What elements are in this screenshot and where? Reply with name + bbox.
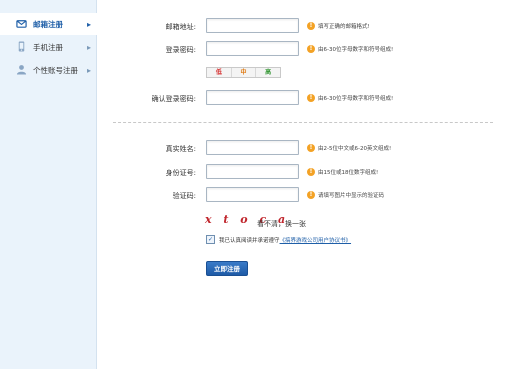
warning-icon: ! bbox=[307, 45, 315, 53]
password-label: 登录密码: bbox=[165, 46, 196, 54]
user-icon bbox=[16, 65, 27, 75]
sidebar-item-phone-register[interactable]: 手机注册 ▸ bbox=[0, 36, 97, 58]
real-name-label: 真实姓名: bbox=[165, 145, 196, 153]
sidebar-item-label: 个性账号注册 bbox=[33, 65, 78, 75]
section-divider bbox=[113, 122, 493, 123]
strength-strong: 高 bbox=[265, 69, 272, 76]
real-name-field[interactable] bbox=[206, 140, 299, 155]
strength-medium: 中 bbox=[232, 68, 257, 77]
confirm-password-hint: ! 由6-30位字母数字和符号组成! bbox=[307, 94, 393, 102]
captcha-hint-text: 请填写图片中显示的验证码 bbox=[318, 193, 385, 199]
email-label: 邮箱地址: bbox=[165, 23, 196, 31]
confirm-password-hint-text: 由6-30位字母数字和符号组成! bbox=[318, 96, 394, 102]
confirm-password-label: 确认登录密码: bbox=[151, 95, 196, 103]
email-hint-text: 填写正确的邮箱格式! bbox=[318, 24, 370, 30]
chevron-right-icon: ▸ bbox=[86, 19, 91, 29]
id-number-hint: ! 由15位或18位数字组成! bbox=[307, 168, 378, 176]
agreement-text: 我已认真阅读并承诺遵守 bbox=[219, 237, 280, 244]
warning-icon: ! bbox=[307, 191, 315, 199]
confirm-password-field[interactable] bbox=[206, 90, 299, 105]
captcha-hint: ! 请填写图片中显示的验证码 bbox=[307, 191, 384, 199]
password-strength-meter: 低 中 高 bbox=[206, 67, 281, 78]
captcha-label: 验证码: bbox=[172, 192, 196, 200]
refresh-captcha-link[interactable]: 看不清，换一张 bbox=[257, 219, 306, 229]
mail-icon bbox=[16, 20, 27, 28]
captcha-field[interactable] bbox=[206, 187, 299, 202]
sidebar-item-label: 邮箱注册 bbox=[33, 19, 63, 29]
sidebar-item-email-register[interactable]: 邮箱注册 ▸ bbox=[0, 13, 97, 35]
phone-icon bbox=[18, 41, 25, 52]
password-hint-text: 由6-30位字母数字和符号组成! bbox=[318, 47, 394, 53]
sidebar-item-label: 手机注册 bbox=[33, 42, 63, 52]
sidebar-item-custom-account-register[interactable]: 个性账号注册 ▸ bbox=[0, 59, 97, 81]
password-hint: ! 由6-30位字母数字和符号组成! bbox=[307, 45, 393, 53]
agreement-row: ✓ 我已认真阅读并承诺遵守 《搞界游戏公司用户协议书》 bbox=[206, 235, 351, 244]
real-name-hint: ! 由2-5位中文或6-20英文组成! bbox=[307, 144, 391, 152]
agreement-checkbox[interactable]: ✓ bbox=[206, 235, 215, 244]
register-button[interactable]: 立即注册 bbox=[206, 261, 248, 276]
chevron-right-icon: ▸ bbox=[86, 65, 91, 75]
warning-icon: ! bbox=[307, 168, 315, 176]
warning-icon: ! bbox=[307, 144, 315, 152]
warning-icon: ! bbox=[307, 22, 315, 30]
email-field[interactable] bbox=[206, 18, 299, 33]
email-hint: ! 填写正确的邮箱格式! bbox=[307, 22, 370, 30]
agreement-link[interactable]: 《搞界游戏公司用户协议书》 bbox=[280, 236, 352, 244]
strength-weak: 低 bbox=[207, 68, 232, 77]
id-number-field[interactable] bbox=[206, 164, 299, 179]
password-field[interactable] bbox=[206, 41, 299, 56]
id-number-label: 身份证号: bbox=[165, 169, 196, 177]
chevron-right-icon: ▸ bbox=[86, 42, 91, 52]
id-number-hint-text: 由15位或18位数字组成! bbox=[318, 170, 379, 176]
sidebar: 邮箱注册 ▸ 手机注册 ▸ 个性账号注册 ▸ bbox=[0, 0, 97, 369]
real-name-hint-text: 由2-5位中文或6-20英文组成! bbox=[318, 146, 392, 152]
warning-icon: ! bbox=[307, 94, 315, 102]
